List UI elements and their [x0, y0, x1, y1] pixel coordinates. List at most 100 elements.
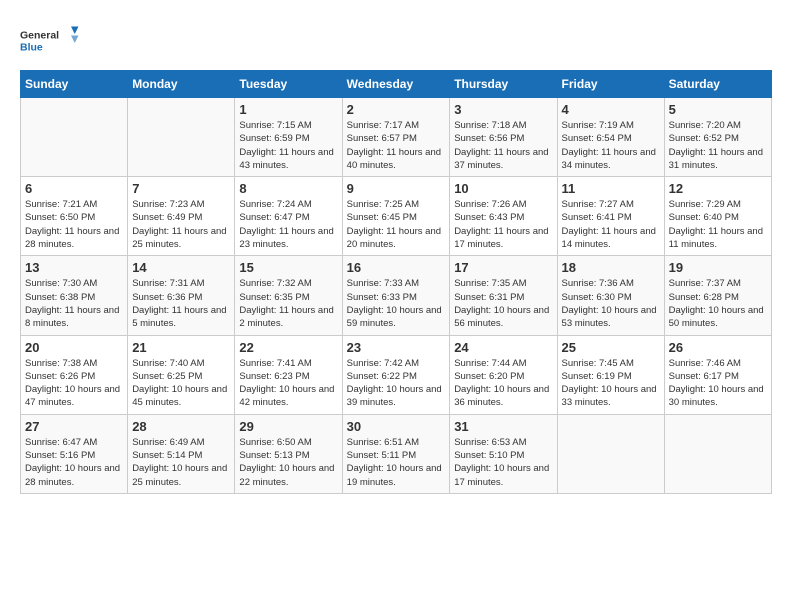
- calendar-cell: 10 Sunrise: 7:26 AM Sunset: 6:43 PM Dayli…: [450, 177, 557, 256]
- calendar-cell: 2 Sunrise: 7:17 AM Sunset: 6:57 PM Daylig…: [342, 98, 450, 177]
- calendar-cell: 25 Sunrise: 7:45 AM Sunset: 6:19 PM Dayli…: [557, 335, 664, 414]
- day-number: 12: [669, 181, 767, 196]
- day-number: 14: [132, 260, 230, 275]
- day-number: 30: [347, 419, 446, 434]
- calendar-cell: 20 Sunrise: 7:38 AM Sunset: 6:26 PM Dayli…: [21, 335, 128, 414]
- day-info: Sunrise: 7:18 AM Sunset: 6:56 PM Dayligh…: [454, 119, 552, 172]
- calendar-cell: 11 Sunrise: 7:27 AM Sunset: 6:41 PM Dayli…: [557, 177, 664, 256]
- day-info: Sunrise: 7:25 AM Sunset: 6:45 PM Dayligh…: [347, 198, 446, 251]
- day-info: Sunrise: 7:32 AM Sunset: 6:35 PM Dayligh…: [239, 277, 337, 330]
- calendar-cell: 8 Sunrise: 7:24 AM Sunset: 6:47 PM Daylig…: [235, 177, 342, 256]
- day-number: 27: [25, 419, 123, 434]
- day-info: Sunrise: 7:24 AM Sunset: 6:47 PM Dayligh…: [239, 198, 337, 251]
- svg-text:Blue: Blue: [20, 42, 43, 54]
- calendar-cell: [664, 414, 771, 493]
- day-info: Sunrise: 7:31 AM Sunset: 6:36 PM Dayligh…: [132, 277, 230, 330]
- calendar-cell: 31Sunrise: 6:53 AM Sunset: 5:10 PM Dayli…: [450, 414, 557, 493]
- day-info: Sunrise: 7:46 AM Sunset: 6:17 PM Dayligh…: [669, 357, 767, 410]
- day-number: 3: [454, 102, 552, 117]
- svg-text:General: General: [20, 30, 59, 42]
- calendar-week-row: 13 Sunrise: 7:30 AM Sunset: 6:38 PM Dayli…: [21, 256, 772, 335]
- day-info: Sunrise: 7:29 AM Sunset: 6:40 PM Dayligh…: [669, 198, 767, 251]
- day-number: 8: [239, 181, 337, 196]
- logo-svg: General Blue: [20, 20, 80, 60]
- day-number: 21: [132, 340, 230, 355]
- calendar-cell: 13 Sunrise: 7:30 AM Sunset: 6:38 PM Dayli…: [21, 256, 128, 335]
- calendar-cell: 21 Sunrise: 7:40 AM Sunset: 6:25 PM Dayli…: [128, 335, 235, 414]
- day-number: 5: [669, 102, 767, 117]
- calendar-cell: 6Sunrise: 7:21 AM Sunset: 6:50 PM Daylig…: [21, 177, 128, 256]
- day-number: 29: [239, 419, 337, 434]
- day-info: Sunrise: 7:35 AM Sunset: 6:31 PM Dayligh…: [454, 277, 552, 330]
- day-info: Sunrise: 6:50 AM Sunset: 5:13 PM Dayligh…: [239, 436, 337, 489]
- calendar-cell: [21, 98, 128, 177]
- calendar-cell: 30 Sunrise: 6:51 AM Sunset: 5:11 PM Dayli…: [342, 414, 450, 493]
- weekday-header: Monday: [128, 71, 235, 98]
- calendar-week-row: 20 Sunrise: 7:38 AM Sunset: 6:26 PM Dayli…: [21, 335, 772, 414]
- day-info: Sunrise: 7:15 AM Sunset: 6:59 PM Dayligh…: [239, 119, 337, 172]
- day-number: 13: [25, 260, 123, 275]
- day-number: 6: [25, 181, 123, 196]
- day-info: Sunrise: 7:30 AM Sunset: 6:38 PM Dayligh…: [25, 277, 123, 330]
- calendar-cell: 1 Sunrise: 7:15 AM Sunset: 6:59 PM Daylig…: [235, 98, 342, 177]
- weekday-header: Friday: [557, 71, 664, 98]
- weekday-header: Thursday: [450, 71, 557, 98]
- calendar-cell: 4 Sunrise: 7:19 AM Sunset: 6:54 PM Daylig…: [557, 98, 664, 177]
- day-number: 9: [347, 181, 446, 196]
- day-number: 17: [454, 260, 552, 275]
- day-number: 25: [562, 340, 660, 355]
- calendar-week-row: 6Sunrise: 7:21 AM Sunset: 6:50 PM Daylig…: [21, 177, 772, 256]
- calendar-cell: 14 Sunrise: 7:31 AM Sunset: 6:36 PM Dayli…: [128, 256, 235, 335]
- day-info: Sunrise: 7:33 AM Sunset: 6:33 PM Dayligh…: [347, 277, 446, 330]
- calendar-cell: 22 Sunrise: 7:41 AM Sunset: 6:23 PM Dayli…: [235, 335, 342, 414]
- day-number: 26: [669, 340, 767, 355]
- day-number: 28: [132, 419, 230, 434]
- logo: General Blue: [20, 20, 80, 60]
- calendar-cell: 28 Sunrise: 6:49 AM Sunset: 5:14 PM Dayli…: [128, 414, 235, 493]
- weekday-header-row: SundayMondayTuesdayWednesdayThursdayFrid…: [21, 71, 772, 98]
- calendar-cell: 17 Sunrise: 7:35 AM Sunset: 6:31 PM Dayli…: [450, 256, 557, 335]
- day-info: Sunrise: 6:47 AM Sunset: 5:16 PM Dayligh…: [25, 436, 123, 489]
- day-info: Sunrise: 7:27 AM Sunset: 6:41 PM Dayligh…: [562, 198, 660, 251]
- day-number: 22: [239, 340, 337, 355]
- calendar-cell: 23Sunrise: 7:42 AM Sunset: 6:22 PM Dayli…: [342, 335, 450, 414]
- weekday-header: Wednesday: [342, 71, 450, 98]
- calendar-cell: [557, 414, 664, 493]
- calendar-cell: 24 Sunrise: 7:44 AM Sunset: 6:20 PM Dayli…: [450, 335, 557, 414]
- day-info: Sunrise: 7:19 AM Sunset: 6:54 PM Dayligh…: [562, 119, 660, 172]
- page-header: General Blue: [20, 20, 772, 60]
- weekday-header: Tuesday: [235, 71, 342, 98]
- calendar-cell: 26 Sunrise: 7:46 AM Sunset: 6:17 PM Dayli…: [664, 335, 771, 414]
- calendar-cell: 27 Sunrise: 6:47 AM Sunset: 5:16 PM Dayli…: [21, 414, 128, 493]
- day-info: Sunrise: 6:51 AM Sunset: 5:11 PM Dayligh…: [347, 436, 446, 489]
- day-number: 20: [25, 340, 123, 355]
- day-number: 24: [454, 340, 552, 355]
- day-number: 4: [562, 102, 660, 117]
- day-number: 10: [454, 181, 552, 196]
- calendar-cell: 19Sunrise: 7:37 AM Sunset: 6:28 PM Dayli…: [664, 256, 771, 335]
- day-number: 31: [454, 419, 552, 434]
- day-number: 11: [562, 181, 660, 196]
- calendar-cell: 29 Sunrise: 6:50 AM Sunset: 5:13 PM Dayli…: [235, 414, 342, 493]
- day-info: Sunrise: 7:23 AM Sunset: 6:49 PM Dayligh…: [132, 198, 230, 251]
- day-number: 1: [239, 102, 337, 117]
- day-info: Sunrise: 7:17 AM Sunset: 6:57 PM Dayligh…: [347, 119, 446, 172]
- day-info: Sunrise: 7:45 AM Sunset: 6:19 PM Dayligh…: [562, 357, 660, 410]
- day-number: 18: [562, 260, 660, 275]
- day-info: Sunrise: 7:37 AM Sunset: 6:28 PM Dayligh…: [669, 277, 767, 330]
- weekday-header: Saturday: [664, 71, 771, 98]
- day-info: Sunrise: 7:41 AM Sunset: 6:23 PM Dayligh…: [239, 357, 337, 410]
- day-info: Sunrise: 7:40 AM Sunset: 6:25 PM Dayligh…: [132, 357, 230, 410]
- day-number: 2: [347, 102, 446, 117]
- calendar-cell: 15Sunrise: 7:32 AM Sunset: 6:35 PM Dayli…: [235, 256, 342, 335]
- day-info: Sunrise: 7:26 AM Sunset: 6:43 PM Dayligh…: [454, 198, 552, 251]
- day-info: Sunrise: 7:44 AM Sunset: 6:20 PM Dayligh…: [454, 357, 552, 410]
- calendar-cell: 7Sunrise: 7:23 AM Sunset: 6:49 PM Daylig…: [128, 177, 235, 256]
- day-number: 16: [347, 260, 446, 275]
- day-info: Sunrise: 7:38 AM Sunset: 6:26 PM Dayligh…: [25, 357, 123, 410]
- day-info: Sunrise: 7:20 AM Sunset: 6:52 PM Dayligh…: [669, 119, 767, 172]
- calendar-table: SundayMondayTuesdayWednesdayThursdayFrid…: [20, 70, 772, 494]
- day-info: Sunrise: 6:49 AM Sunset: 5:14 PM Dayligh…: [132, 436, 230, 489]
- calendar-week-row: 27 Sunrise: 6:47 AM Sunset: 5:16 PM Dayli…: [21, 414, 772, 493]
- calendar-cell: 12 Sunrise: 7:29 AM Sunset: 6:40 PM Dayli…: [664, 177, 771, 256]
